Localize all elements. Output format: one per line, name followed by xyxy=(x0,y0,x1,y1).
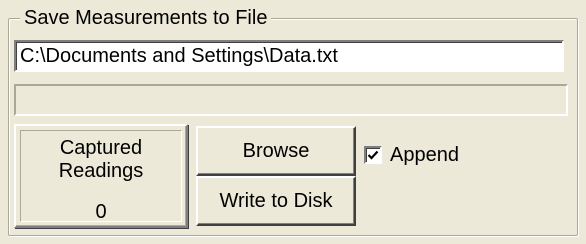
append-checkbox-box[interactable] xyxy=(364,146,382,164)
append-label: Append xyxy=(390,144,459,166)
file-path-input[interactable] xyxy=(14,40,564,72)
browse-button[interactable]: Browse xyxy=(196,126,356,176)
append-checkbox[interactable]: Append xyxy=(364,142,459,168)
checkmark-icon xyxy=(367,150,379,160)
captured-readings-label: Captured Readings xyxy=(58,137,144,182)
captured-readings-panel: Captured Readings 0 xyxy=(14,124,188,228)
status-bar xyxy=(14,84,568,116)
write-to-disk-button[interactable]: Write to Disk xyxy=(196,176,356,226)
save-measurements-panel: Save Measurements to File Captured Readi… xyxy=(0,0,586,244)
groupbox-title: Save Measurements to File xyxy=(20,6,272,30)
captured-readings-count: 0 xyxy=(95,201,107,223)
captured-readings-inner-frame: Captured Readings 0 xyxy=(20,130,182,223)
